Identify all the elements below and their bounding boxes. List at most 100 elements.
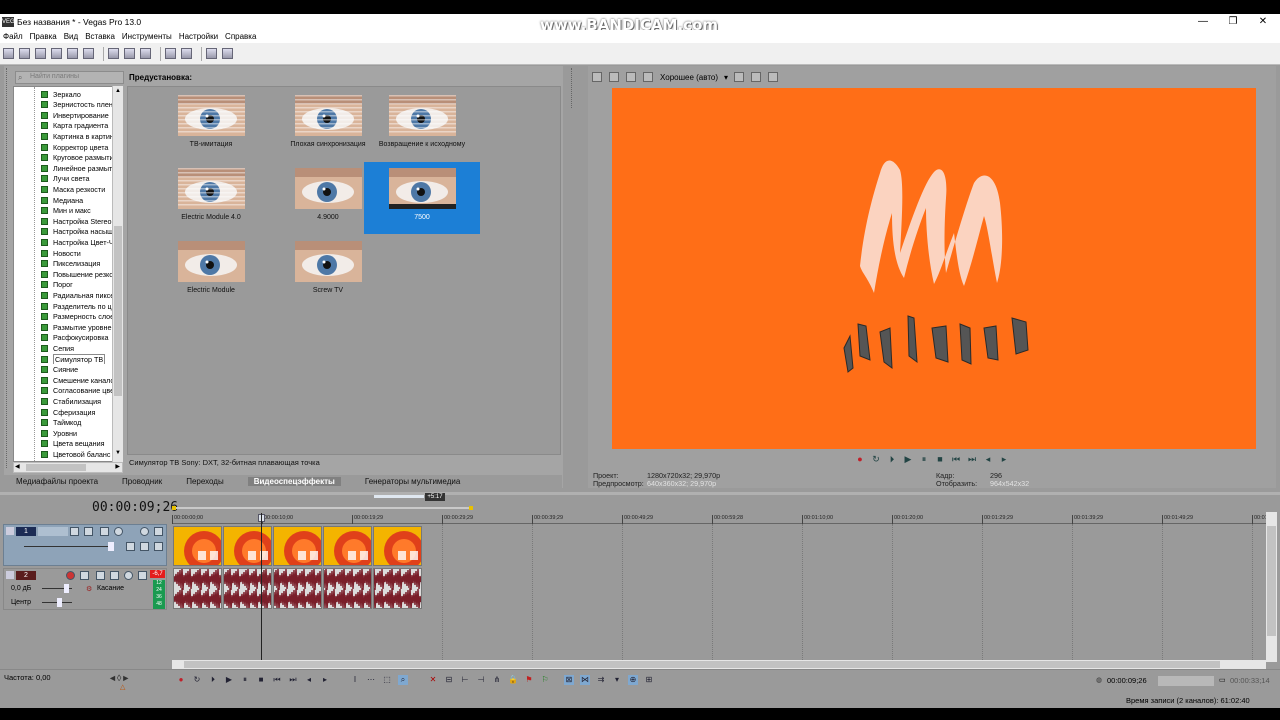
prev-frame-icon[interactable]: ◂ [983,454,993,464]
plugin-tree-item[interactable]: Сепия [41,343,122,353]
touch-mode-icon[interactable]: ⚙ [86,585,92,593]
close-button[interactable]: ✕ [1248,14,1278,30]
plugin-tree-item[interactable]: Размытие уровней [41,322,122,332]
go-to-end-icon[interactable]: ⏭ [967,454,977,464]
menu-help[interactable]: Справка [225,32,256,41]
plugin-tree-item[interactable]: Карта градиента [41,121,122,131]
plugin-tree-item[interactable]: Пикселизация [41,259,122,269]
undo-icon[interactable] [165,48,176,59]
motion-icon[interactable] [70,527,79,536]
split-screen-icon[interactable] [643,72,653,82]
composite-icon[interactable] [84,527,93,536]
plugin-tree-item[interactable]: Стабилизация [41,396,122,406]
audio-event[interactable] [173,568,222,609]
tab-video-fx[interactable]: Видеоспецэффекты [247,477,341,486]
paste-icon[interactable] [140,48,151,59]
cut-icon[interactable] [108,48,119,59]
track-collapse-icon[interactable] [6,571,14,579]
preset-item[interactable]: Electric Module 4.0 [153,162,269,234]
plugin-tree-item[interactable]: Мин и макс [41,206,122,216]
render-icon[interactable] [67,48,78,59]
menu-insert[interactable]: Вставка [85,32,115,41]
tree-vertical-scrollbar[interactable]: ▲ ▼ [112,86,123,462]
zoom-tool-icon[interactable]: ⌕ [398,675,408,685]
loop-icon[interactable]: ↻ [192,675,202,685]
stop-icon[interactable]: ■ [256,675,266,685]
pan-slider-thumb[interactable] [57,598,62,607]
chevron-down-icon[interactable]: ▾ [724,73,728,82]
open-icon[interactable] [19,48,30,59]
plugin-tree-item[interactable]: Порог [41,280,122,290]
play-icon[interactable]: ▶ [903,454,913,464]
panel-grip[interactable] [6,68,10,468]
timeline-ruler[interactable]: 00:00:00;00 00:00:10;00 00:00:19;29 00:00:2… [172,512,1275,524]
plugin-tree-item[interactable]: Размерность слоев [41,312,122,322]
plugin-tree-item[interactable]: Настройка Stereo 3D [41,216,122,226]
plugin-tree-item[interactable]: Повышение резкости [41,269,122,279]
plugin-tree-item[interactable]: Симулятор ТВ [41,354,122,364]
plugin-tree-item[interactable]: Маска резкости [41,184,122,194]
selection-tool-icon[interactable]: ⬚ [382,675,392,685]
audio-event[interactable] [373,568,422,609]
video-event[interactable] [373,526,422,566]
preset-item[interactable]: ТВ-имитация [153,89,269,161]
make-parent-icon[interactable] [154,542,163,551]
preview-fx-icon[interactable] [626,72,636,82]
go-to-start-icon[interactable]: ⏮ [951,454,961,464]
plugin-tree-item[interactable]: Зернистость пленки [41,100,122,110]
tab-media-generators[interactable]: Генераторы мультимедиа [365,477,460,486]
automation-icon[interactable] [110,571,119,580]
next-frame-icon[interactable]: ▸ [999,454,1009,464]
plugin-tree-item[interactable]: Настройка Цвет-Ч/Б [41,237,122,247]
properties-icon[interactable] [83,48,94,59]
volume-slider-thumb[interactable] [64,584,69,593]
timeline-v-thumb[interactable] [1267,526,1276,636]
plugin-tree-item[interactable]: Корректор цвета [41,142,122,152]
preset-item[interactable]: Screw TV [270,235,386,307]
prev-frame-icon[interactable]: ◂ [304,675,314,685]
region-icon[interactable]: ⚐ [540,675,550,685]
normal-edit-tool-icon[interactable]: I [350,675,360,685]
touch-mode-label[interactable]: Касание [97,585,124,592]
plugin-tree-item[interactable]: Уровни [41,428,122,438]
plugin-tree-item[interactable]: Цветовой баланс [41,449,122,459]
record-icon[interactable]: ● [176,675,186,685]
lock-envelopes-icon[interactable]: ⊕ [628,675,638,685]
plugin-tree-item[interactable]: Медиана [41,195,122,205]
plugin-tree-item[interactable]: Цвета вещания [41,439,122,449]
audio-event[interactable] [273,568,322,609]
audio-event[interactable] [323,568,372,609]
plugin-tree-item[interactable]: Круговое размытие [41,153,122,163]
pause-icon[interactable]: ⏸ [240,675,250,685]
scroll-down-icon[interactable]: ▼ [114,450,122,458]
video-event[interactable] [173,526,222,566]
trim-end-icon[interactable]: ⊣ [476,675,486,685]
plugin-tree[interactable]: Зеркало Зернистость пленки Инвертирование К… [13,86,123,462]
plugin-tree-item[interactable]: Радиальная пикселизация [41,290,122,300]
loop-end-marker[interactable] [469,506,473,510]
scroll-left-icon[interactable]: ◀ [15,463,20,470]
save-as-icon[interactable] [51,48,62,59]
envelope-tool-icon[interactable]: ⋯ [366,675,376,685]
play-icon[interactable]: ▶ [224,675,234,685]
splitter-grip[interactable] [571,68,575,108]
play-from-start-icon[interactable]: ⏵ [887,454,897,464]
solo-icon[interactable] [138,571,147,580]
tab-transitions[interactable]: Переходы [186,477,224,486]
marker-icon[interactable]: ⚑ [524,675,534,685]
stop-icon[interactable]: ■ [935,454,945,464]
menu-tools[interactable]: Инструменты [122,32,172,41]
scroll-up-icon[interactable]: ▲ [114,88,122,96]
go-to-start-icon[interactable]: ⏮ [272,675,282,685]
minimize-button[interactable]: — [1188,14,1218,30]
delete-icon[interactable]: ✕ [428,675,438,685]
menu-edit[interactable]: Правка [30,32,57,41]
save-icon[interactable] [35,48,46,59]
plugin-search-input[interactable]: ⌕ Найти плагины [15,71,124,84]
plugin-tree-item[interactable]: Расфокусировка [41,333,122,343]
save-snapshot-icon[interactable] [768,72,779,82]
snapping-icon[interactable]: ⊠ [564,675,574,685]
arm-record-icon[interactable] [66,571,75,580]
preset-item[interactable]: Electric Module [153,235,269,307]
tab-explorer[interactable]: Проводник [122,477,162,486]
